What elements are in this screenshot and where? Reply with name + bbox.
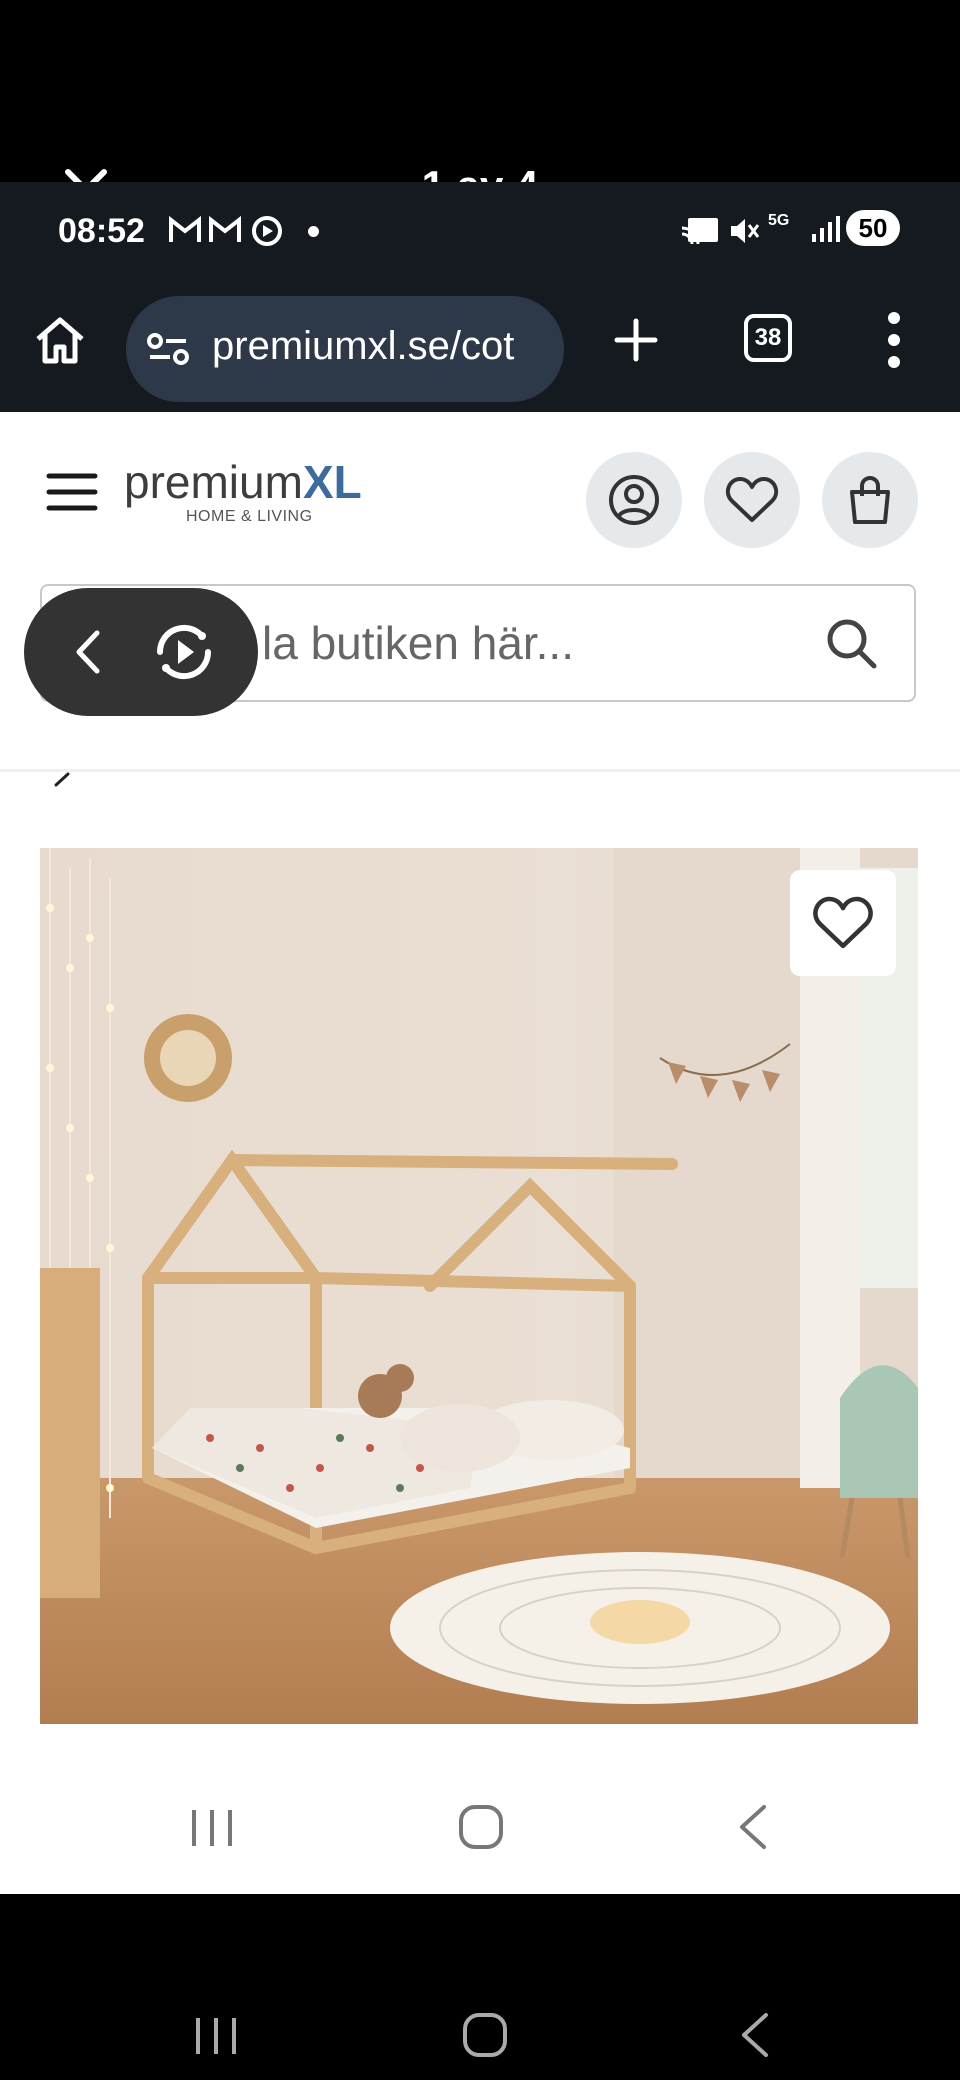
system-navigation-bar bbox=[0, 1894, 960, 2080]
browser-toolbar: premiumxl.se/cot 38 bbox=[0, 282, 960, 412]
url-bar[interactable]: premiumxl.se/cot bbox=[126, 296, 564, 402]
status-bar: 08:52 5G 50 bbox=[0, 182, 960, 282]
cart-button[interactable] bbox=[822, 452, 918, 548]
wishlist-button[interactable] bbox=[704, 452, 800, 548]
menu-dots-icon[interactable] bbox=[888, 312, 902, 368]
viewer-top-bar: 1 av 4 bbox=[0, 0, 960, 211]
site-logo[interactable]: premiumXL HOME & LIVING bbox=[124, 456, 404, 536]
gmail-icon bbox=[168, 215, 202, 249]
account-button[interactable] bbox=[586, 452, 682, 548]
tab-switcher-button[interactable]: 38 bbox=[744, 314, 792, 362]
hamburger-menu-icon[interactable] bbox=[40, 462, 104, 522]
shopping-bag-icon bbox=[850, 476, 890, 524]
logo-xl-text: XL bbox=[302, 456, 362, 508]
home-button-icon[interactable] bbox=[462, 2012, 508, 2063]
back-icon[interactable] bbox=[738, 1804, 768, 1855]
cast-icon bbox=[680, 216, 720, 251]
logo-main-text: premium bbox=[124, 456, 303, 508]
status-time: 08:52 bbox=[58, 212, 145, 250]
mute-icon bbox=[728, 216, 760, 251]
floating-media-controls bbox=[24, 588, 258, 716]
notification-dot-icon bbox=[308, 226, 319, 237]
sync-icon bbox=[250, 214, 284, 253]
home-button-icon[interactable] bbox=[458, 1804, 504, 1855]
heart-icon bbox=[725, 477, 779, 522]
recent-apps-icon[interactable] bbox=[190, 1808, 234, 1853]
header-divider bbox=[0, 769, 960, 772]
recent-apps-icon[interactable] bbox=[194, 2016, 238, 2061]
battery-indicator: 50 bbox=[846, 210, 900, 246]
web-page: premiumXL HOME & LIVING la butiken här..… bbox=[0, 412, 960, 1764]
account-icon bbox=[609, 475, 659, 525]
gmail-icon bbox=[208, 215, 242, 249]
network-type: 5G bbox=[768, 212, 790, 229]
tab-count: 38 bbox=[754, 324, 782, 351]
home-icon[interactable] bbox=[30, 310, 90, 370]
phone-screenshot: 08:52 5G 50 premiumxl.se/cot 38 premiumX… bbox=[0, 182, 960, 1894]
search-icon[interactable] bbox=[822, 614, 882, 674]
site-settings-icon[interactable] bbox=[146, 332, 190, 371]
breadcrumb-back-icon[interactable] bbox=[52, 772, 72, 799]
product-image[interactable] bbox=[40, 848, 918, 1724]
search-input[interactable]: la butiken här... bbox=[262, 616, 574, 670]
replay-icon[interactable] bbox=[144, 612, 224, 692]
logo-tagline: HOME & LIVING bbox=[186, 508, 313, 525]
url-text: premiumxl.se/cot bbox=[212, 324, 515, 368]
inner-navigation-bar bbox=[0, 1764, 960, 1894]
product-wishlist-button[interactable] bbox=[790, 870, 896, 976]
new-tab-icon[interactable] bbox=[606, 310, 666, 370]
signal-icon bbox=[810, 214, 840, 249]
heart-icon bbox=[813, 896, 873, 949]
back-chevron-icon[interactable] bbox=[60, 624, 116, 680]
back-icon[interactable] bbox=[740, 2012, 770, 2063]
